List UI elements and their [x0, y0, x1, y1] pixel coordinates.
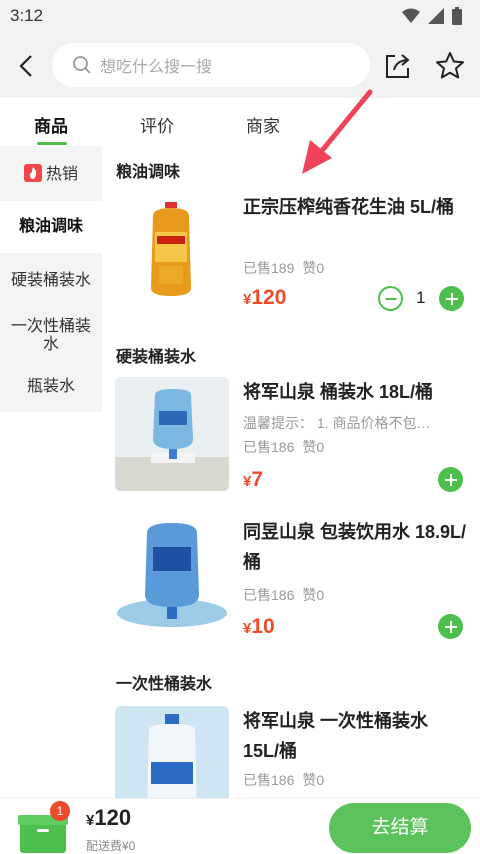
product-tip: 温馨提示： 1. 商品价格不包… [243, 415, 431, 431]
tab-active-indicator [37, 142, 67, 145]
quantity-value: 1 [416, 288, 426, 307]
star-icon [436, 52, 464, 79]
sidebar-item-bottled-water[interactable]: 瓶装水 [0, 378, 102, 396]
sidebar-item-hot[interactable]: 热销 [0, 164, 102, 184]
product-stats: 已售186 赞0 [243, 585, 332, 605]
product-image-peanut-oil [115, 192, 229, 306]
product-stats: 已售189 赞0 [243, 258, 332, 278]
like-count: 赞0 [302, 260, 325, 276]
sold-count: 已售186 [243, 587, 295, 603]
sidebar-item-disposable-bucket-water[interactable]: 一次性桶装水 [0, 318, 102, 354]
product-list: 粮油调味 正宗压榨纯香花生油 5L/桶 已售189 赞0 ¥120 1 硬装桶装水 [102, 146, 480, 798]
product-price: ¥120 [243, 286, 287, 309]
favorite-button[interactable] [434, 50, 466, 82]
cart-count-badge: 1 [50, 801, 70, 821]
like-count: 赞0 [302, 439, 325, 455]
product-image-bucket-water [115, 517, 229, 631]
sidebar-item-grain-oil[interactable]: 粮油调味 [0, 201, 102, 253]
sold-count: 已售186 [243, 439, 295, 455]
cart-total: ¥120 [86, 805, 132, 830]
product-stats: 已售186 赞0 [243, 770, 332, 790]
search-icon [73, 56, 91, 74]
share-icon [386, 54, 410, 78]
search-input[interactable]: 想吃什么搜一搜 [52, 43, 370, 87]
status-bar: 3:12 [0, 0, 480, 32]
product-name: 将军山泉 一次性桶装水 15L/桶 [243, 711, 428, 761]
product-stats: 已售186 赞0 [243, 437, 332, 457]
add-to-cart-button[interactable] [438, 614, 463, 639]
sold-count: 已售189 [243, 260, 295, 276]
back-button[interactable] [12, 52, 40, 80]
product-name: 同昱山泉 包装饮用水 18.9L/桶 [243, 522, 467, 572]
sidebar-item-hard-bucket-water[interactable]: 硬装桶装水 [0, 272, 102, 290]
like-count: 赞0 [302, 587, 325, 603]
section-title: 一次性桶装水 [116, 676, 213, 693]
search-placeholder: 想吃什么搜一搜 [100, 59, 213, 76]
list-item[interactable]: 同昱山泉 包装饮用水 18.9L/桶 已售186 赞0 ¥10 [102, 517, 480, 639]
section-title: 硬装桶装水 [116, 349, 197, 366]
chevron-left-icon [19, 55, 32, 77]
list-item[interactable]: 将军山泉 一次性桶装水 15L/桶 已售186 赞0 [102, 706, 480, 798]
wifi-icon [402, 8, 420, 23]
share-button[interactable] [383, 51, 413, 81]
category-sidebar: 热销 粮油调味 硬装桶装水 一次性桶装水 瓶装水 [0, 146, 102, 412]
status-time: 3:12 [10, 6, 44, 25]
checkout-button[interactable]: 去结算 [329, 803, 471, 853]
like-count: 赞0 [302, 772, 325, 788]
product-image-bucket-water [115, 377, 229, 491]
list-item[interactable]: 将军山泉 桶装水 18L/桶 温馨提示： 1. 商品价格不包… 已售186 赞0 … [102, 377, 480, 497]
tab-merchant[interactable]: 商家 [246, 112, 280, 137]
product-price: ¥7 [243, 468, 264, 491]
add-to-cart-button[interactable] [439, 286, 464, 311]
sidebar-item-label: 热销 [45, 166, 78, 183]
top-bar: 想吃什么搜一搜 [0, 32, 480, 98]
flame-icon [23, 164, 42, 182]
list-item[interactable]: 正宗压榨纯香花生油 5L/桶 已售189 赞0 ¥120 1 [102, 192, 480, 312]
cart-bar: 1 ¥120 配送费¥0 去结算 [0, 798, 480, 854]
sold-count: 已售186 [243, 772, 295, 788]
add-to-cart-button[interactable] [438, 467, 463, 492]
product-image-disposable-water [115, 706, 229, 798]
status-icons [402, 7, 462, 25]
tab-reviews[interactable]: 评价 [140, 112, 174, 137]
battery-icon [452, 7, 462, 25]
tab-products[interactable]: 商品 [34, 112, 68, 137]
product-name: 正宗压榨纯香花生油 5L/桶 [243, 197, 455, 217]
product-price: ¥10 [243, 615, 275, 638]
signal-icon [428, 8, 444, 24]
section-title: 粮油调味 [116, 164, 181, 181]
tab-bar: 商品 评价 商家 [0, 98, 480, 146]
product-name: 将军山泉 桶装水 18L/桶 [243, 382, 434, 402]
decrease-quantity-button[interactable] [378, 286, 403, 311]
delivery-fee: 配送费¥0 [86, 839, 136, 853]
